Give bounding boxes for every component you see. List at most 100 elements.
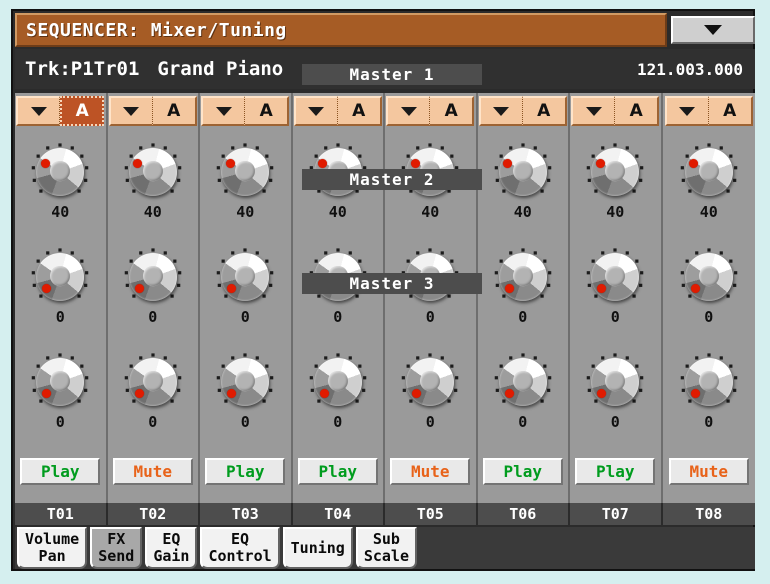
channel-dropdown-button[interactable] [16,96,61,126]
track-label-t03[interactable]: T03 [200,503,293,525]
knob-control[interactable] [122,246,184,308]
tab-volume-pan[interactable]: Volume Pan [17,527,88,569]
knob-control[interactable] [492,246,554,308]
knob-control[interactable] [584,351,646,413]
knob-pointer-icon [134,388,144,398]
channel-header: A [386,96,475,126]
channel-mode-button[interactable]: A [337,96,382,126]
knob-group: 0 [386,246,474,351]
channel-dropdown-button[interactable] [108,96,153,126]
channel-mode-button[interactable]: A [708,96,753,126]
track-label-t01[interactable]: T01 [15,503,108,525]
tab-eq-gain[interactable]: EQ Gain [145,527,198,569]
play-mute-button[interactable]: Play [482,458,563,485]
track-id-label[interactable]: Trk:P1Tr01 [15,58,139,80]
knob-control[interactable] [584,141,646,203]
knob-control[interactable] [307,351,369,413]
knob-value: 0 [425,308,435,326]
knob-value: 0 [148,413,158,431]
tab-fx-send[interactable]: FX Send [90,527,143,569]
knob-control[interactable] [678,246,740,308]
knob-value: 0 [518,308,528,326]
knob-pointer-icon [504,388,514,398]
channel-dropdown-button[interactable] [571,96,616,126]
knob-control[interactable] [492,351,554,413]
song-position-label: 121.003.000 [637,59,743,79]
knob-control[interactable] [122,141,184,203]
tab-bar: Volume Pan FX Send EQ Gain EQ Control Tuning Sub S… [15,527,755,569]
channel-header: A [16,96,105,126]
tab-label-line2: Control [208,547,272,565]
track-label-t05[interactable]: T05 [385,503,478,525]
knob-control[interactable] [29,246,91,308]
knob-group: 40 [294,141,382,246]
play-mute-button[interactable]: Play [575,458,656,485]
play-mute-button[interactable]: Mute [668,458,749,485]
knob-control[interactable] [29,351,91,413]
knob-control[interactable] [584,246,646,308]
mixer-channel-t06: A 40 0 0 Play [478,93,570,523]
channel-dropdown-button[interactable] [478,96,523,126]
knob-control[interactable] [399,351,461,413]
channel-dropdown-button[interactable] [293,96,338,126]
channel-mode-button[interactable]: A [60,96,105,126]
tab-eq-control[interactable]: EQ Control [200,527,280,569]
mixer-channel-t05: A 40 0 0 Mute [385,93,478,523]
tab-label-line2: Pan [38,547,66,565]
knob-value: 0 [148,308,158,326]
channel-dropdown-button[interactable] [201,96,246,126]
page-menu-button[interactable] [671,16,755,44]
triangle-down-icon [493,106,510,116]
knob-group: 0 [571,246,659,351]
knob-control[interactable] [214,351,276,413]
track-label-t08[interactable]: T08 [663,503,756,525]
channel-mode-button[interactable]: A [615,96,660,126]
track-label-t04[interactable]: T04 [293,503,385,525]
channel-mode-button[interactable]: A [245,96,290,126]
knob-value: 40 [143,203,162,221]
knob-group: 0 [294,246,382,351]
channel-dropdown-button[interactable] [664,96,709,126]
play-mute-button[interactable]: Mute [112,458,193,485]
tab-sub-scale[interactable]: Sub Scale [355,527,417,569]
knob-control[interactable] [678,351,740,413]
knob-value: 40 [606,203,625,221]
knob-value: 0 [55,308,65,326]
knob-group: 0 [665,351,753,456]
tab-label-line1: FX [107,530,126,548]
knob-value: 0 [240,413,250,431]
knob-cap [512,266,533,286]
track-label-t02[interactable]: T02 [108,503,200,525]
knob-group: 40 [201,141,289,246]
tab-tuning[interactable]: Tuning [282,527,353,569]
play-mute-button[interactable]: Play [205,458,286,485]
page-title: SEQUENCER: Mixer/Tuning [15,13,667,47]
knob-control[interactable] [492,141,554,203]
channel-dropdown-button[interactable] [386,96,431,126]
track-label-t07[interactable]: T07 [570,503,663,525]
knob-control[interactable] [214,141,276,203]
channel-mode-button[interactable]: A [430,96,475,126]
mixer-channel-t02: A 40 0 0 Mute [108,93,200,523]
knob-pointer-icon [318,158,328,168]
mixer-channel-t03: A 40 0 0 Play [200,93,293,523]
play-mute-button[interactable]: Play [20,458,101,485]
track-label-t06[interactable]: T06 [478,503,570,525]
knob-control[interactable] [214,246,276,308]
mixer-strips: A 40 0 0 Play A 40 0 0 Mute A 40 0 0 Play A 40 0 0 Play A 40 0… [15,93,755,523]
knob-cap [512,161,533,181]
play-mute-button[interactable]: Play [297,458,378,485]
sound-name-label[interactable]: Grand Piano [139,58,283,80]
knob-control[interactable] [678,141,740,203]
knob-control[interactable] [122,351,184,413]
knob-control[interactable] [29,141,91,203]
channel-mode-button[interactable]: A [522,96,567,126]
tab-label-line2: Gain [153,547,190,565]
knob-cap [698,161,719,181]
knob-cap [142,371,163,391]
play-mute-button[interactable]: Mute [390,458,471,485]
knob-value: 0 [55,413,65,431]
knob-group: 0 [571,351,659,456]
channel-mode-button[interactable]: A [152,96,197,126]
channel-header: A [108,96,197,126]
